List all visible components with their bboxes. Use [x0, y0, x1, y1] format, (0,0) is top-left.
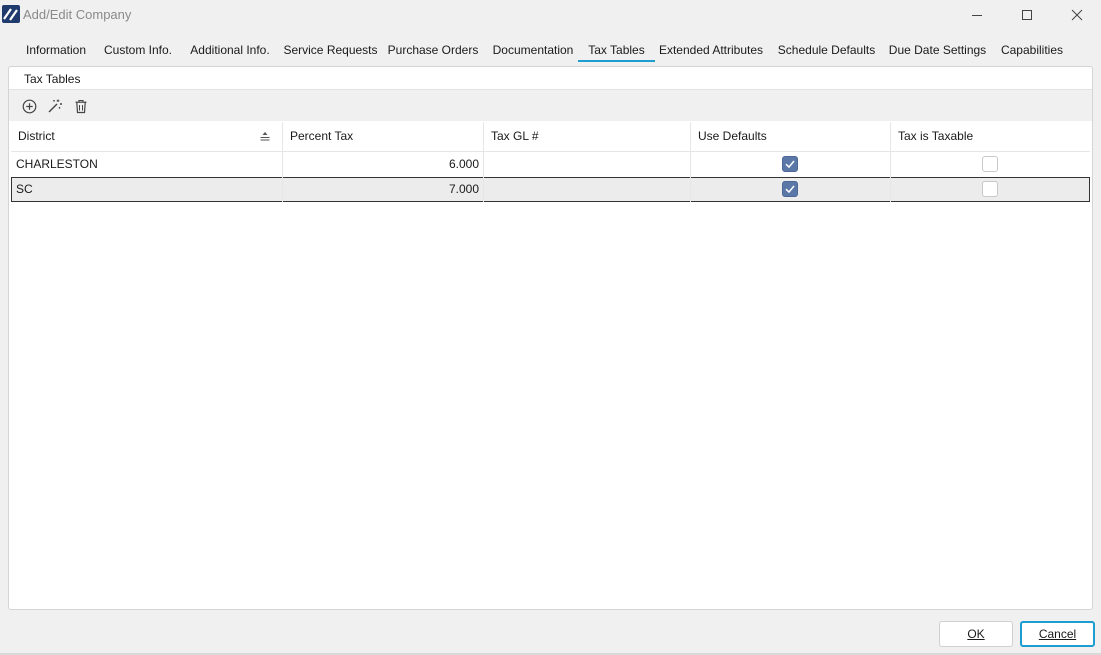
minimize-icon [972, 15, 982, 16]
tab-service-requests[interactable]: Service Requests [283, 38, 378, 62]
sort-icon [260, 132, 270, 141]
add-circle-icon [22, 99, 36, 113]
title-bar: Add/Edit Company [0, 0, 1101, 30]
edit-row-button[interactable] [45, 96, 65, 116]
close-button[interactable] [1054, 0, 1100, 30]
tax-tables-panel: Tax Tables District Percent Tax Tax GL #… [8, 66, 1093, 610]
panel-header: Tax Tables [9, 67, 1092, 90]
checkmark-icon [785, 185, 795, 194]
tab-information[interactable]: Information [20, 38, 92, 62]
tab-capabilities[interactable]: Capabilities [997, 38, 1067, 62]
cell-district[interactable]: CHARLESTON [11, 152, 283, 177]
column-header-tax-gl[interactable]: Tax GL # [484, 122, 691, 152]
app-logo-icon [2, 5, 20, 23]
cancel-button[interactable]: Cancel [1020, 621, 1095, 647]
maximize-button[interactable] [1004, 0, 1050, 30]
tab-extended-attributes[interactable]: Extended Attributes [655, 38, 767, 62]
use-defaults-checkbox[interactable] [782, 181, 798, 197]
tab-bar: Information Custom Info. Additional Info… [0, 38, 1101, 62]
column-header-label: District [18, 129, 55, 143]
column-header-tax-is-taxable[interactable]: Tax is Taxable [891, 122, 1090, 152]
tab-tax-tables[interactable]: Tax Tables [578, 38, 655, 62]
cell-percent-tax[interactable]: 6.000 [283, 152, 484, 177]
close-icon [1071, 9, 1083, 21]
add-row-button[interactable] [19, 96, 39, 116]
tab-custom-info[interactable]: Custom Info. [100, 38, 176, 62]
column-header-district[interactable]: District [11, 122, 283, 152]
tax-is-taxable-checkbox[interactable] [982, 156, 998, 172]
grid-header: District Percent Tax Tax GL # Use Defaul… [11, 122, 1090, 152]
column-header-use-defaults[interactable]: Use Defaults [691, 122, 891, 152]
cell-district[interactable]: SC [11, 177, 283, 202]
column-header-percent-tax[interactable]: Percent Tax [283, 122, 484, 152]
checkmark-icon [785, 160, 795, 169]
tax-tables-grid: District Percent Tax Tax GL # Use Defaul… [11, 122, 1090, 202]
tab-additional-info[interactable]: Additional Info. [184, 38, 276, 62]
cell-tax-is-taxable [891, 177, 1090, 202]
delete-row-button[interactable] [71, 96, 91, 116]
tab-documentation[interactable]: Documentation [488, 38, 578, 62]
magic-wand-icon [48, 99, 62, 113]
table-row[interactable]: CHARLESTON 6.000 [11, 152, 1090, 177]
use-defaults-checkbox[interactable] [782, 156, 798, 172]
cell-tax-gl[interactable] [484, 177, 691, 202]
table-row[interactable]: SC 7.000 [11, 177, 1090, 202]
minimize-button[interactable] [954, 0, 1000, 30]
window-title: Add/Edit Company [23, 7, 132, 22]
tab-schedule-defaults[interactable]: Schedule Defaults [775, 38, 878, 62]
tab-due-date-settings[interactable]: Due Date Settings [886, 38, 989, 62]
panel-title: Tax Tables [24, 72, 81, 86]
tax-is-taxable-checkbox[interactable] [982, 181, 998, 197]
maximize-icon [1022, 10, 1032, 20]
tab-purchase-orders[interactable]: Purchase Orders [386, 38, 480, 62]
ok-button[interactable]: OK [939, 621, 1013, 647]
cell-use-defaults [691, 177, 891, 202]
cell-percent-tax[interactable]: 7.000 [283, 177, 484, 202]
cell-tax-is-taxable [891, 152, 1090, 177]
grid-toolbar [9, 90, 1092, 121]
trash-icon [75, 99, 87, 113]
cell-tax-gl[interactable] [484, 152, 691, 177]
cell-use-defaults [691, 152, 891, 177]
